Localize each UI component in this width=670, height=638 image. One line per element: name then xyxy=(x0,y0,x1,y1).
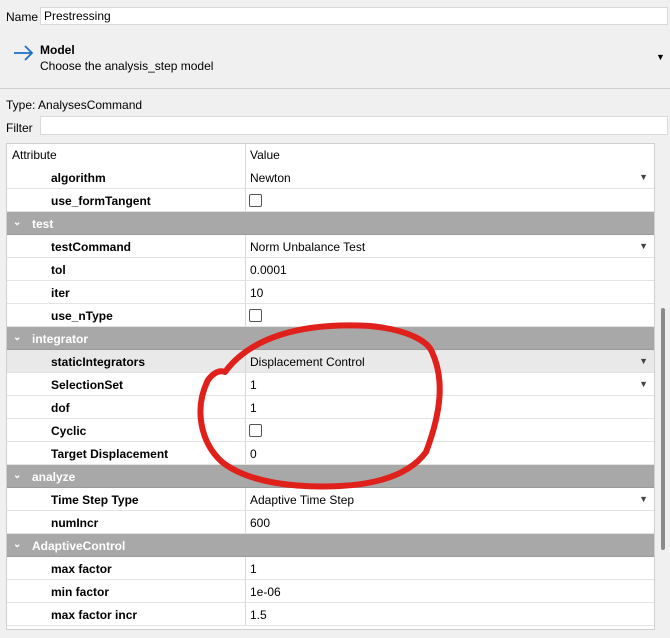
attribute-name: staticIntegrators xyxy=(51,355,146,369)
attribute-name: Target Displacement xyxy=(51,447,169,461)
table-row: use_formTangent xyxy=(7,189,654,212)
dropdown-arrow-icon[interactable]: ▼ xyxy=(639,241,648,251)
value-cell[interactable]: Norm Unbalance Test ▼ xyxy=(245,235,654,257)
name-label: Name xyxy=(6,10,39,24)
attribute-name: Cyclic xyxy=(51,424,87,438)
attribute-name: tol xyxy=(51,263,66,277)
value-text[interactable]: 600 xyxy=(250,516,270,530)
value-text[interactable]: 0 xyxy=(250,447,257,461)
table-row: numIncr 600 xyxy=(7,511,654,534)
chevron-down-icon[interactable]: ⌄ xyxy=(13,217,21,228)
group-label: integrator xyxy=(32,332,89,346)
value-cell[interactable]: 10 xyxy=(245,281,654,303)
value-text[interactable]: 10 xyxy=(250,286,263,300)
value-cell[interactable]: Displacement Control ▼ xyxy=(245,350,654,372)
value-cell[interactable]: 0.0001 xyxy=(245,258,654,280)
attribute-name: min factor xyxy=(51,585,110,599)
attribute-name: testCommand xyxy=(51,240,132,254)
table-row: tol 0.0001 xyxy=(7,258,654,281)
type-label: Type: AnalysesCommand xyxy=(6,98,143,112)
checkbox[interactable] xyxy=(249,424,262,437)
attribute-name: iter xyxy=(51,286,70,300)
value-cell[interactable]: Newton ▼ xyxy=(245,166,654,188)
attribute-table: Attribute Value algorithm Newton ▼ use_form… xyxy=(6,143,655,630)
attribute-name: use_nType xyxy=(51,309,113,323)
value-cell[interactable] xyxy=(245,419,654,441)
table-row: max factor 1 xyxy=(7,557,654,580)
value-text[interactable]: 1 xyxy=(250,562,257,576)
separator xyxy=(0,88,670,89)
model-title: Model xyxy=(40,43,75,57)
table-row: max factor incr 1.5 xyxy=(7,603,654,626)
arrow-right-icon xyxy=(14,45,34,61)
dropdown-value[interactable]: Adaptive Time Step xyxy=(250,493,354,507)
attribute-name: dof xyxy=(51,401,70,415)
chevron-down-icon[interactable]: ⌄ xyxy=(13,539,21,550)
checkbox[interactable] xyxy=(249,194,262,207)
model-description: Choose the analysis_step model xyxy=(40,59,214,73)
value-cell[interactable]: 600 xyxy=(245,511,654,533)
checkbox[interactable] xyxy=(249,309,262,322)
table-header: Attribute Value xyxy=(7,144,654,167)
table-row: testCommand Norm Unbalance Test ▼ xyxy=(7,235,654,258)
table-row: dof 1 xyxy=(7,396,654,419)
table-row: min factor 1e-06 xyxy=(7,580,654,603)
table-row: iter 10 xyxy=(7,281,654,304)
column-divider xyxy=(245,144,246,166)
group-label: AdaptiveControl xyxy=(32,539,126,553)
column-header-value[interactable]: Value xyxy=(250,148,280,162)
table-rows: algorithm Newton ▼ use_formTangent ⌄ test test… xyxy=(7,166,654,626)
group-header-integrator[interactable]: ⌄ integrator xyxy=(7,327,654,350)
dropdown-value[interactable]: 1 xyxy=(250,378,257,392)
dropdown-arrow-icon[interactable]: ▼ xyxy=(639,356,648,366)
value-cell[interactable] xyxy=(245,304,654,326)
value-text[interactable]: 1e-06 xyxy=(250,585,281,599)
value-text[interactable]: 1 xyxy=(250,401,257,415)
attribute-name: Time Step Type xyxy=(51,493,139,507)
group-header-analyze[interactable]: ⌄ analyze xyxy=(7,465,654,488)
table-row: Cyclic xyxy=(7,419,654,442)
dropdown-value[interactable]: Newton xyxy=(250,171,291,185)
scrollbar-thumb[interactable] xyxy=(661,308,665,550)
value-text[interactable]: 1.5 xyxy=(250,608,267,622)
table-row: Target Displacement 0 xyxy=(7,442,654,465)
table-row: use_nType xyxy=(7,304,654,327)
attribute-name: numIncr xyxy=(51,516,99,530)
table-row: algorithm Newton ▼ xyxy=(7,166,654,189)
value-cell[interactable]: 1 xyxy=(245,557,654,579)
attribute-name: algorithm xyxy=(51,171,106,185)
value-text[interactable]: 0.0001 xyxy=(250,263,287,277)
value-cell[interactable]: 1e-06 xyxy=(245,580,654,602)
name-input[interactable]: Prestressing xyxy=(40,7,668,25)
group-label: test xyxy=(32,217,54,231)
table-row: staticIntegrators Displacement Control ▼ xyxy=(7,350,654,373)
group-label: analyze xyxy=(32,470,76,484)
attribute-name: use_formTangent xyxy=(51,194,151,208)
value-cell[interactable]: 1 ▼ xyxy=(245,373,654,395)
value-cell[interactable]: 1 xyxy=(245,396,654,418)
attribute-name: max factor xyxy=(51,562,112,576)
dropdown-arrow-icon[interactable]: ▼ xyxy=(639,494,648,504)
chevron-down-icon[interactable]: ⌄ xyxy=(13,332,21,343)
group-header-adaptivecontrol[interactable]: ⌄ AdaptiveControl xyxy=(7,534,654,557)
table-row: SelectionSet 1 ▼ xyxy=(7,373,654,396)
dropdown-arrow-icon[interactable]: ▼ xyxy=(639,379,648,389)
value-cell[interactable]: Adaptive Time Step ▼ xyxy=(245,488,654,510)
attribute-name: SelectionSet xyxy=(51,378,124,392)
dropdown-value[interactable]: Displacement Control xyxy=(250,355,365,369)
column-header-attribute[interactable]: Attribute xyxy=(12,148,57,162)
group-header-test[interactable]: ⌄ test xyxy=(7,212,654,235)
dropdown-value[interactable]: Norm Unbalance Test xyxy=(250,240,365,254)
chevron-down-icon[interactable]: ⌄ xyxy=(13,470,21,481)
model-dropdown-icon[interactable]: ▼ xyxy=(656,52,665,62)
value-cell[interactable]: 0 xyxy=(245,442,654,464)
filter-input[interactable] xyxy=(40,116,668,135)
attribute-name: max factor incr xyxy=(51,608,138,622)
value-cell[interactable] xyxy=(245,189,654,211)
table-row: Time Step Type Adaptive Time Step ▼ xyxy=(7,488,654,511)
value-cell[interactable]: 1.5 xyxy=(245,603,654,625)
filter-label: Filter xyxy=(6,121,33,135)
dropdown-arrow-icon[interactable]: ▼ xyxy=(639,172,648,182)
